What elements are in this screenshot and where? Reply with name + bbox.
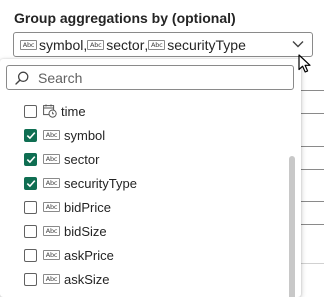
checkbox[interactable] <box>24 104 37 118</box>
group-aggregations-label: Group aggregations by (optional) <box>14 10 236 26</box>
checkmark-icon <box>26 179 35 187</box>
checkmark-icon <box>26 155 35 163</box>
abc-text-type-icon: Abc <box>43 202 60 212</box>
list-item-label: securityType <box>64 175 137 191</box>
abc-text-type-icon: Abc <box>43 178 60 188</box>
list-item-label: askSize <box>64 271 110 287</box>
checkbox[interactable] <box>24 248 37 262</box>
list-item[interactable]: Abc askPrice <box>24 245 114 265</box>
abc-text-type-icon: Abc <box>43 274 60 284</box>
list-item-label: bidSize <box>64 223 107 239</box>
checkbox[interactable] <box>24 176 37 190</box>
checkbox[interactable] <box>24 224 37 238</box>
list-item[interactable]: Abc bidSize <box>24 221 107 241</box>
selected-value: securityType <box>167 36 246 53</box>
list-item-label: symbol <box>64 127 106 143</box>
checkbox[interactable] <box>24 128 37 142</box>
list-item[interactable]: Abc symbol <box>24 125 105 145</box>
abc-text-type-icon: Abc <box>43 130 60 140</box>
abc-text-type-icon: Abc <box>43 226 60 236</box>
abc-text-type-icon: Abc <box>148 39 166 50</box>
search-box[interactable] <box>6 65 294 90</box>
chevron-down-icon[interactable] <box>292 40 304 48</box>
columns-dropdown-panel[interactable]: timeAbcsymbolAbcsectorAbcsecurityTypeAbc… <box>0 59 301 297</box>
checkbox[interactable] <box>24 152 37 166</box>
calendar-clock-icon <box>43 104 57 118</box>
search-icon <box>15 71 29 85</box>
checkbox[interactable] <box>24 200 37 214</box>
checkbox[interactable] <box>24 272 37 286</box>
scrollbar-thumb[interactable] <box>289 156 295 297</box>
selected-values: Abc symbol, Abc sector, Abc securityType <box>20 37 246 53</box>
abc-text-type-icon: Abc <box>20 39 37 50</box>
list-item[interactable]: time <box>24 101 86 121</box>
selected-value: sector <box>106 36 145 53</box>
list-item-label: time <box>61 103 86 119</box>
group-by-combobox[interactable]: Abc symbol, Abc sector, Abc securityType <box>13 32 313 57</box>
abc-text-type-icon: Abc <box>43 154 60 164</box>
selected-value: symbol <box>39 36 84 53</box>
list-item-label: sector <box>64 151 100 167</box>
list-item[interactable]: Abc sector <box>24 149 99 169</box>
mouse-pointer-icon <box>298 54 311 73</box>
checkmark-icon <box>26 131 35 139</box>
list-item-label: bidPrice <box>64 199 111 215</box>
search-input[interactable] <box>38 69 268 86</box>
abc-text-type-icon: Abc <box>43 250 60 260</box>
list-item[interactable]: Abc securityType <box>24 173 137 193</box>
list-item-label: askPrice <box>64 247 114 263</box>
list-item[interactable]: Abc askSize <box>24 269 110 289</box>
abc-text-type-icon: Abc <box>87 39 105 50</box>
list-item[interactable]: Abc bidPrice <box>24 197 111 217</box>
